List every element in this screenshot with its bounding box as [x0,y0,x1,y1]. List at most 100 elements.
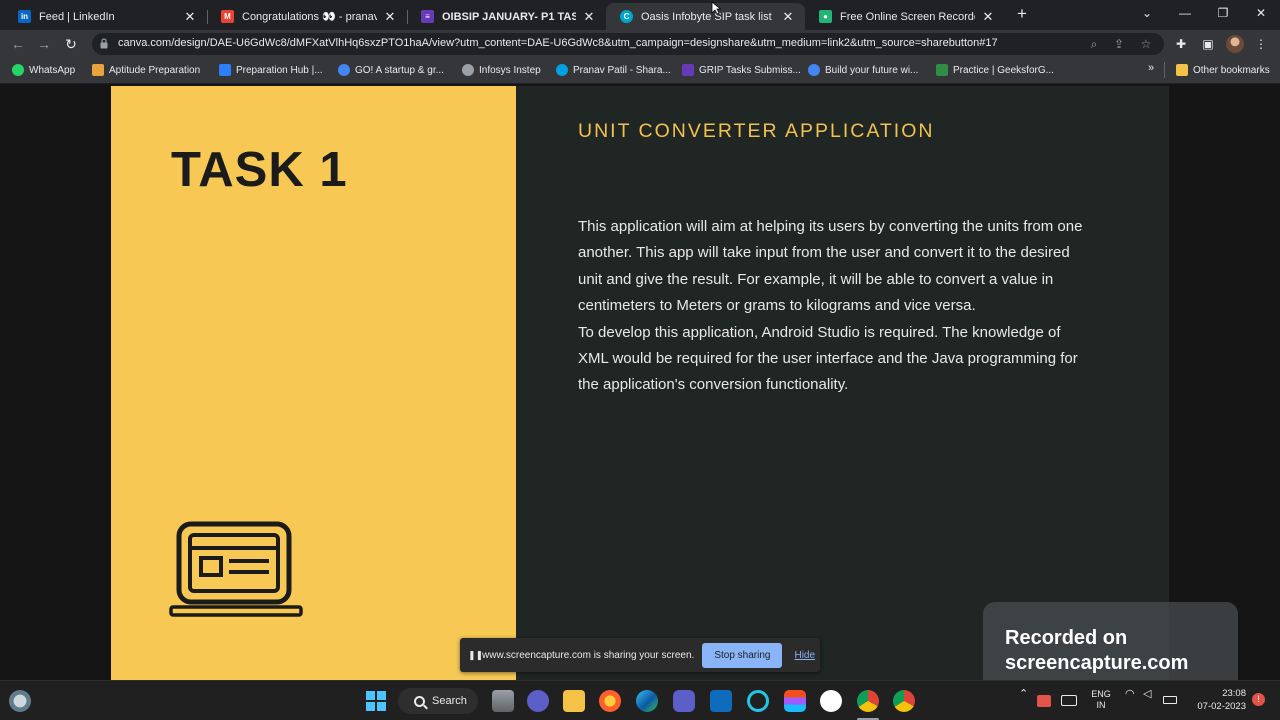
language-indicator[interactable]: ENG IN [1089,689,1113,711]
bookmark-infosys-instep[interactable]: Infosys Instep [462,64,541,76]
task-view-icon[interactable] [492,690,514,712]
chrome-icon[interactable] [893,690,915,712]
bookmark-grip-tasks[interactable]: GRIP Tasks Submiss... [682,64,801,76]
bookmarks-divider [1164,62,1165,78]
bookmark-star-icon[interactable]: ☆ [1138,36,1154,52]
lock-icon[interactable] [100,38,108,49]
forms-icon [682,64,694,76]
watermark-line: Recorded on [1005,627,1128,649]
tab-title: Oasis Infobyte SIP task list [641,10,772,23]
bookmark-preparation-hub[interactable]: Preparation Hub |... [219,64,323,76]
menu-kebab-icon[interactable]: ⋮ [1252,35,1270,53]
address-bar[interactable]: canva.com/design/DAE-U6GdWc8/dMFXatVlhHq… [92,33,1164,55]
mail-icon[interactable] [710,690,732,712]
aptitude-icon [92,64,104,76]
task-heading: TASK 1 [171,143,348,197]
minimize-button[interactable]: — [1166,0,1204,28]
cortana-icon[interactable] [747,690,769,712]
close-icon[interactable]: ✕ [781,9,795,25]
side-panel-icon[interactable]: ▣ [1199,35,1217,53]
language-code: ENG [1091,689,1111,699]
forward-arrow-icon[interactable]: → [34,34,54,54]
pause-icon[interactable]: ❚❚ [468,650,483,661]
close-icon[interactable]: ✕ [582,9,596,25]
edge-icon[interactable] [636,690,658,712]
chrome-icon[interactable] [857,690,879,712]
tab-title: Feed | LinkedIn [39,10,115,23]
close-icon[interactable]: ✕ [981,9,995,25]
wordpad-icon[interactable] [820,690,842,712]
slide-right-panel: UNIT CONVERTER APPLICATION This applicat… [516,86,1169,680]
back-arrow-icon[interactable]: ← [8,34,28,54]
description-line: XML would be required for the user inter… [578,350,1078,368]
description-line: another. This app will take input from t… [578,244,1070,262]
profile-avatar[interactable] [1226,35,1244,53]
other-bookmarks[interactable]: Other bookmarks [1176,64,1270,76]
description-line: This application will aim at helping its… [578,218,1083,235]
recorder-icon: ● [819,10,832,23]
sharing-message: www.screencapture.com is sharing your sc… [482,649,695,661]
file-explorer-icon[interactable] [563,690,585,712]
reload-icon[interactable]: ↻ [61,34,81,54]
bookmark-go-startup[interactable]: GO! A startup & gr... [338,64,444,76]
hide-link[interactable]: Hide [794,650,815,661]
clock-date: 07-02-2023 [1197,701,1246,712]
bookmark-build-your-future[interactable]: Build your future wi... [808,64,918,76]
tray-overflow-icon[interactable]: ⌃ [1019,689,1028,700]
preparation-hub-icon [219,64,231,76]
windows-start-icon[interactable] [365,690,387,712]
firefox-icon[interactable] [599,690,621,712]
media-player-icon[interactable] [673,690,695,712]
share-icon[interactable]: ⇪ [1111,36,1127,52]
tab-search-chevron-icon[interactable]: ⌄ [1128,0,1166,28]
taskbar-search[interactable]: Search [398,688,478,714]
volume-icon[interactable]: ◁ [1143,689,1151,700]
tab-oibsip-forms[interactable]: ≡ OIBSIP JANUARY- P1 TASK SUB ✕ [407,3,606,30]
bookmark-label: Build your future wi... [825,64,919,76]
region-code: IN [1096,700,1106,710]
search-icon [414,695,425,707]
notification-icon[interactable]: ! [1252,693,1265,706]
bookmark-aptitude[interactable]: Aptitude Preparation [92,64,200,76]
wifi-icon[interactable]: ◠ [1125,689,1135,700]
battery-icon[interactable] [1163,696,1177,704]
tab-screen-recorder[interactable]: ● Free Online Screen Recorder ✕ [805,3,1005,30]
tab-gmail[interactable]: M Congratulations 👀 - pranavpatil ✕ [207,3,408,30]
close-icon[interactable]: ✕ [183,9,197,25]
close-icon[interactable]: ✕ [383,9,397,25]
laptop-icon [169,521,303,617]
geeksforgeeks-icon [936,64,948,76]
maximize-button[interactable]: ❐ [1204,0,1242,28]
description-line: centimeters to Meters or grams to kilogr… [578,297,976,315]
weather-icon[interactable] [9,690,31,712]
linkedin-icon: in [18,10,31,23]
bookmark-geeksforgeeks[interactable]: Practice | GeeksforG... [936,64,1054,76]
canva-viewer: TASK 1 UNIT CONVERTER APPLICATION This a… [0,84,1280,680]
new-tab-button[interactable]: + [1012,4,1032,24]
tab-linkedin[interactable]: in Feed | LinkedIn ✕ [4,3,208,30]
bookmark-label: Other bookmarks [1193,64,1270,76]
watermark-line: screencapture.com [1005,652,1189,674]
bookmark-label: Pranav Patil - Shara... [573,64,671,76]
security-icon[interactable] [1037,695,1051,707]
presentation-slide: TASK 1 UNIT CONVERTER APPLICATION This a… [111,86,1169,680]
keyboard-icon[interactable] [1061,695,1077,706]
tab-oasis-task-list[interactable]: C Oasis Infobyte SIP task list ✕ [606,3,805,30]
gmail-icon: M [221,10,234,23]
bookmark-whatsapp[interactable]: WhatsApp [12,64,75,76]
extensions-puzzle-icon[interactable]: ✚ [1172,35,1190,53]
bookmark-label: Aptitude Preparation [109,64,201,76]
stop-sharing-button[interactable]: Stop sharing [702,642,783,668]
url-text[interactable]: canva.com/design/DAE-U6GdWc8/dMFXatVlhHq… [118,37,1048,49]
search-label: Search [432,695,467,707]
bookmarks-bar: WhatsApp Aptitude Preparation Preparatio… [0,58,1280,84]
chat-icon[interactable] [527,690,549,712]
bookmarks-overflow-icon[interactable]: » [1148,62,1154,74]
zoom-icon[interactable]: ⌕ [1086,36,1102,52]
windows-taskbar: Search ⌃ ENG IN ◠ ◁ 23:08 07-02-2023 ! [0,680,1280,720]
window-close-button[interactable]: ✕ [1242,0,1280,28]
bookmark-salesforce[interactable]: Pranav Patil - Shara... [556,64,671,76]
figma-icon[interactable] [784,690,806,712]
tab-title: Free Online Screen Recorder [840,10,975,23]
system-clock[interactable]: 23:08 07-02-2023 [1190,687,1246,713]
